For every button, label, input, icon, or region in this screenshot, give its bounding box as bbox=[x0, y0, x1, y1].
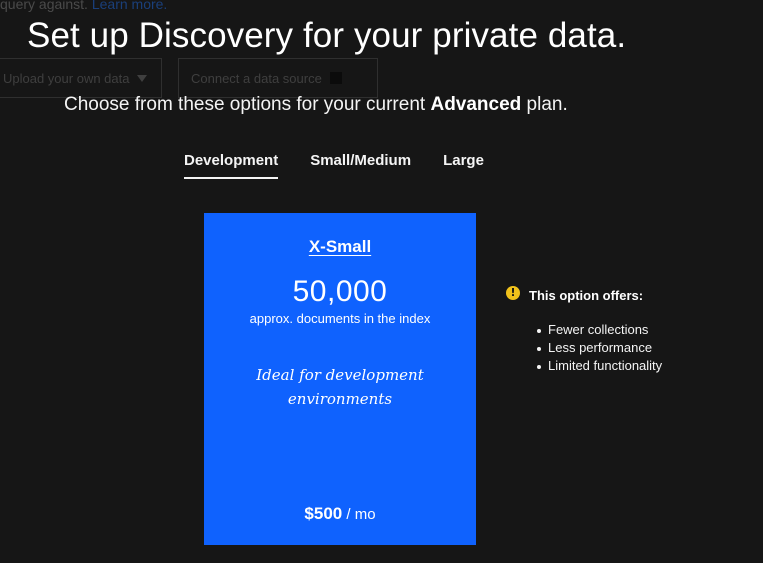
background-connect-button: Connect a data source bbox=[178, 58, 378, 98]
subtitle-prefix: Choose from these options for your curre… bbox=[64, 94, 431, 115]
size-tabs: Development Small/Medium Large bbox=[184, 150, 516, 179]
option-info-list: Fewer collections Less performance Limit… bbox=[506, 321, 756, 375]
page-title: Set up Discovery for your private data. bbox=[27, 16, 627, 55]
tab-development[interactable]: Development bbox=[184, 150, 279, 179]
upload-icon bbox=[137, 74, 148, 82]
plan-card-x-small[interactable]: X-Small 50,000 approx. documents in the … bbox=[204, 213, 476, 545]
plan-card-name[interactable]: X-Small bbox=[204, 237, 476, 257]
subtitle-suffix: plan. bbox=[521, 94, 568, 115]
background-text-label: query against. bbox=[0, 0, 88, 12]
background-text: query against. Learn more. bbox=[0, 0, 167, 12]
plan-card-price: $500 / mo bbox=[204, 504, 476, 524]
warning-icon: ! bbox=[506, 285, 520, 300]
plan-card-price-unit: / mo bbox=[342, 506, 376, 523]
plan-card-price-amount: $500 bbox=[304, 504, 343, 523]
background-connect-label: Connect a data source bbox=[191, 70, 322, 86]
background-upload-button: Upload your own data bbox=[0, 58, 162, 98]
option-info-heading-text: This option offers: bbox=[529, 288, 644, 303]
plan-card-document-count: 50,000 bbox=[292, 275, 388, 308]
tab-large[interactable]: Large bbox=[443, 150, 484, 179]
tab-small-medium[interactable]: Small/Medium bbox=[310, 150, 411, 179]
background-learn-more-link: Learn more. bbox=[91, 0, 168, 12]
option-info-heading: ! This option offers: bbox=[506, 285, 756, 303]
setup-overlay: query against. Learn more. Upload your o… bbox=[0, 0, 763, 563]
connect-icon bbox=[329, 72, 342, 84]
plan-card-count-label: approx. documents in the index bbox=[249, 311, 431, 326]
option-info-panel: ! This option offers: Fewer collections … bbox=[506, 285, 756, 375]
list-item: Less performance bbox=[537, 339, 756, 357]
current-plan-name: Advanced bbox=[430, 94, 522, 115]
list-item: Fewer collections bbox=[537, 321, 756, 339]
plan-card-description: Ideal for development environments bbox=[256, 366, 424, 408]
plan-subtitle: Choose from these options for your curre… bbox=[64, 94, 568, 116]
list-item: Limited functionality bbox=[537, 357, 756, 375]
background-upload-label: Upload your own data bbox=[3, 70, 130, 86]
